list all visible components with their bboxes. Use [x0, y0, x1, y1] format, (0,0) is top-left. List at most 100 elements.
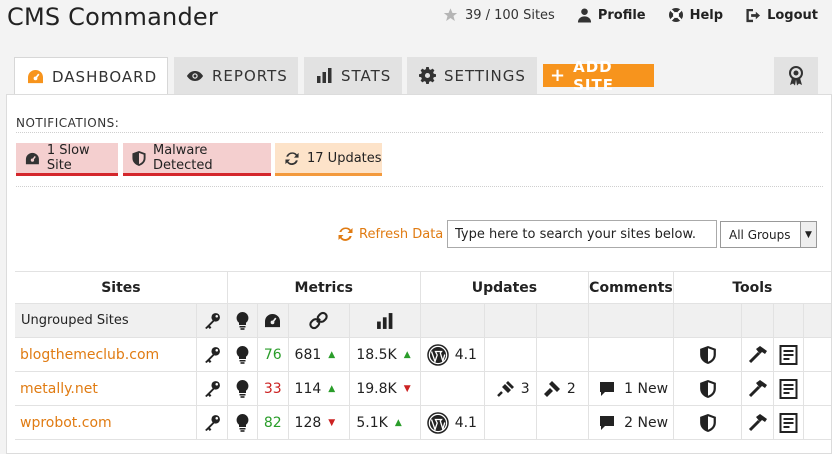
header-updates: Updates	[419, 271, 590, 304]
theme-updates[interactable]: 2	[537, 372, 588, 405]
lightbulb-icon	[236, 413, 249, 432]
lifebuoy-icon	[668, 8, 683, 22]
plugin-updates[interactable]: 3	[485, 372, 536, 405]
notes-button[interactable]	[774, 406, 803, 439]
links-count: 128	[294, 414, 322, 431]
maintenance-button[interactable]	[742, 338, 773, 371]
notes-button[interactable]	[774, 338, 803, 371]
speedometer-icon	[265, 313, 281, 328]
header-sites: Sites	[15, 271, 228, 304]
user-icon	[577, 8, 591, 23]
security-scan-button[interactable]	[674, 372, 742, 405]
key-icon	[204, 347, 220, 363]
lightbulb-icon	[236, 345, 249, 364]
security-scan-button[interactable]	[674, 338, 742, 371]
group-select[interactable]: All Groups ▼	[720, 221, 817, 248]
top-links: 39 / 100 Sites Profile Help Logout	[420, 6, 818, 24]
header-comments: Comments	[588, 271, 674, 304]
arrow-down-icon: ▼	[403, 383, 411, 394]
security-scan-button[interactable]	[674, 406, 742, 439]
notepad-icon	[779, 412, 798, 433]
maintenance-button[interactable]	[742, 372, 773, 405]
notes-button[interactable]	[774, 372, 803, 405]
notepad-icon	[779, 378, 798, 399]
bar-chart-icon	[317, 68, 332, 83]
tab-stats[interactable]: STATS	[304, 57, 402, 94]
group-name: Ungrouped Sites	[21, 313, 129, 328]
hammer-icon	[748, 346, 767, 364]
chevron-down-icon: ▼	[800, 222, 816, 247]
link-icon	[309, 311, 329, 330]
traffic-count: 5.1K	[356, 414, 388, 431]
sites-count: 39 / 100 Sites	[442, 7, 555, 23]
traffic-count: 19.8K	[356, 380, 397, 397]
help-link[interactable]: Help	[668, 7, 723, 23]
maintenance-button[interactable]	[742, 406, 773, 439]
logout-icon	[746, 8, 761, 22]
login-key-button[interactable]	[197, 338, 226, 371]
plug-icon	[496, 380, 514, 397]
notifications-label: NOTIFICATIONS:	[16, 116, 120, 130]
site-link[interactable]: wprobot.com	[15, 406, 196, 439]
key-icon	[204, 313, 220, 329]
table-row: blogthemeclub.com 76 681 ▲ 18.5K ▲ 4.1	[15, 337, 831, 372]
site-link[interactable]: blogthemeclub.com	[15, 338, 196, 371]
comments-new[interactable]: 1 New	[589, 372, 673, 405]
sites-table: Sites Metrics Updates Comments Tools Ung…	[15, 271, 831, 440]
wordpress-update[interactable]: 4.1	[421, 406, 484, 439]
logout-link[interactable]: Logout	[745, 8, 818, 23]
notepad-icon	[779, 344, 798, 365]
refresh-icon	[285, 151, 299, 165]
login-key-button[interactable]	[197, 406, 226, 439]
notification-updates[interactable]: 17 Updates	[275, 143, 382, 176]
award-icon	[789, 65, 803, 85]
links-count: 114	[294, 380, 322, 397]
hammer-icon	[748, 414, 767, 432]
lightbulb-icon	[236, 379, 249, 398]
site-search-input[interactable]	[447, 220, 717, 248]
speed-score: 33	[263, 380, 282, 397]
header-metrics: Metrics	[226, 271, 421, 304]
arrow-up-icon: ▲	[328, 383, 336, 394]
tab-achievements[interactable]	[774, 57, 818, 94]
arrow-up-icon: ▲	[403, 349, 411, 360]
bar-chart-icon	[377, 312, 393, 329]
shield-icon	[699, 413, 716, 432]
refresh-icon	[338, 227, 353, 241]
site-link[interactable]: metally.net	[15, 372, 196, 405]
gear-icon	[419, 67, 436, 84]
links-count: 681	[294, 346, 322, 363]
comment-icon	[600, 415, 615, 430]
arrow-up-icon: ▲	[328, 349, 336, 360]
header-tools: Tools	[672, 271, 831, 304]
comments-new[interactable]: 2 New	[589, 406, 673, 439]
table-header: Sites Metrics Updates Comments Tools	[15, 271, 831, 304]
hammer-icon	[748, 380, 767, 398]
profile-link[interactable]: Profile	[577, 7, 646, 23]
divider	[16, 132, 823, 133]
notification-slow-site[interactable]: 1 Slow Site	[16, 143, 118, 176]
notification-malware[interactable]: Malware Detected	[123, 143, 271, 176]
speedometer-icon	[25, 152, 39, 164]
divider	[16, 186, 823, 187]
tab-dashboard[interactable]: DASHBOARD	[14, 57, 168, 95]
table-row: metally.net 33 114 ▲ 19.8K ▼ 3 2 1 New	[15, 371, 831, 406]
app-title: CMS Commander	[7, 3, 218, 31]
comment-icon	[600, 381, 615, 396]
login-key-button[interactable]	[197, 372, 226, 405]
dashboard-panel: NOTIFICATIONS: 1 Slow Site Malware Detec…	[6, 94, 832, 454]
wordpress-icon	[426, 411, 449, 434]
tab-settings[interactable]: SETTINGS	[407, 57, 537, 94]
traffic-count: 18.5K	[356, 346, 397, 363]
wordpress-update[interactable]: 4.1	[421, 338, 484, 371]
add-site-button[interactable]: + ADD SITE	[543, 58, 654, 94]
group-row: Ungrouped Sites	[15, 303, 831, 338]
star-icon	[443, 8, 458, 21]
shield-icon	[132, 150, 146, 166]
table-row: wprobot.com 82 128 ▼ 5.1K ▲ 4.1 2 New	[15, 405, 831, 440]
refresh-data-link[interactable]: Refresh Data	[337, 226, 443, 242]
shield-icon	[699, 345, 716, 364]
eye-icon	[186, 70, 204, 81]
speed-score: 76	[263, 346, 282, 363]
tab-reports[interactable]: REPORTS	[174, 57, 298, 94]
